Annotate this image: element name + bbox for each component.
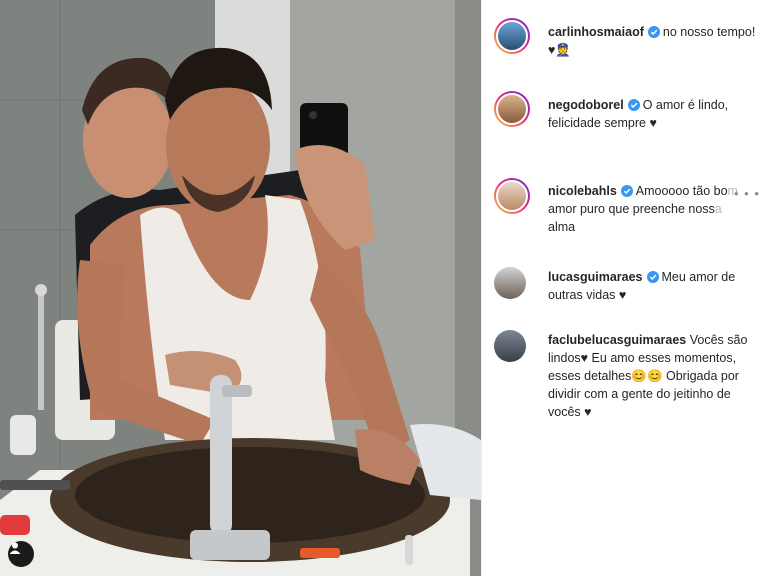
avatar[interactable] bbox=[494, 18, 530, 54]
comment-body-line3: alma bbox=[548, 220, 576, 234]
comment-text: lucasguimaraes Meu amor de outras vidas ♥ bbox=[548, 268, 765, 304]
comment-body-line2: felicidade sempre ♥ bbox=[548, 116, 657, 130]
comment-body: O amor é lindo, bbox=[642, 98, 729, 112]
comment-body-line5: vocês ♥ bbox=[548, 405, 592, 419]
comment-body: Amooooo tão bo bbox=[635, 184, 728, 198]
comment-body-line2-fade: a bbox=[714, 202, 722, 216]
comment-text: faclubelucasguimaraes Vocês são lindos♥ … bbox=[548, 331, 765, 421]
comment-username[interactable]: nicolebahls bbox=[548, 184, 617, 198]
comment-body: Vocês são bbox=[689, 333, 748, 347]
comment-username[interactable]: faclubelucasguimaraes bbox=[548, 333, 686, 347]
post-photo[interactable] bbox=[0, 0, 481, 576]
user-tag-button[interactable] bbox=[8, 541, 34, 567]
avatar[interactable] bbox=[494, 267, 526, 299]
comment-body: no nosso tempo! bbox=[662, 25, 756, 39]
comment-username[interactable]: lucasguimaraes bbox=[548, 270, 643, 284]
comment-body-line2: amor puro que preenche noss bbox=[548, 202, 715, 216]
avatar[interactable] bbox=[494, 330, 526, 362]
comment-text: negodoborel O amor é lindo, felicidade se… bbox=[548, 96, 765, 132]
comment-text: nicolebahls Amooooo tão bom amor puro que… bbox=[548, 182, 765, 236]
comments-panel: carlinhosmaiaof no nosso tempo! ♥👮 negodo… bbox=[481, 0, 768, 576]
police-emoji: 👮 bbox=[555, 43, 571, 57]
comment-username[interactable]: negodoborel bbox=[548, 98, 624, 112]
comment-text: carlinhosmaiaof no nosso tempo! ♥👮 bbox=[548, 23, 765, 59]
comment-body-line2: outras vidas ♥ bbox=[548, 288, 627, 302]
verified-badge-icon bbox=[627, 99, 640, 111]
comment-body: Meu amor de bbox=[661, 270, 736, 284]
mirror-selfie-illustration bbox=[0, 0, 481, 576]
user-tag-icon bbox=[9, 542, 21, 554]
verified-badge-icon bbox=[620, 185, 633, 197]
comment-body-line2: lindos♥ Eu amo esses momentos, bbox=[548, 351, 737, 365]
comment-body-line3: esses detalhes😊😊 Obrigada por bbox=[548, 369, 739, 383]
comment-body-line4: dividir com a gente do jeitinho de bbox=[548, 387, 731, 401]
verified-badge-icon bbox=[647, 26, 660, 38]
more-options-button[interactable]: • • • bbox=[734, 186, 760, 201]
avatar[interactable] bbox=[494, 91, 530, 127]
avatar[interactable] bbox=[494, 178, 530, 214]
verified-badge-icon bbox=[646, 271, 659, 283]
comment-username[interactable]: carlinhosmaiaof bbox=[548, 25, 644, 39]
